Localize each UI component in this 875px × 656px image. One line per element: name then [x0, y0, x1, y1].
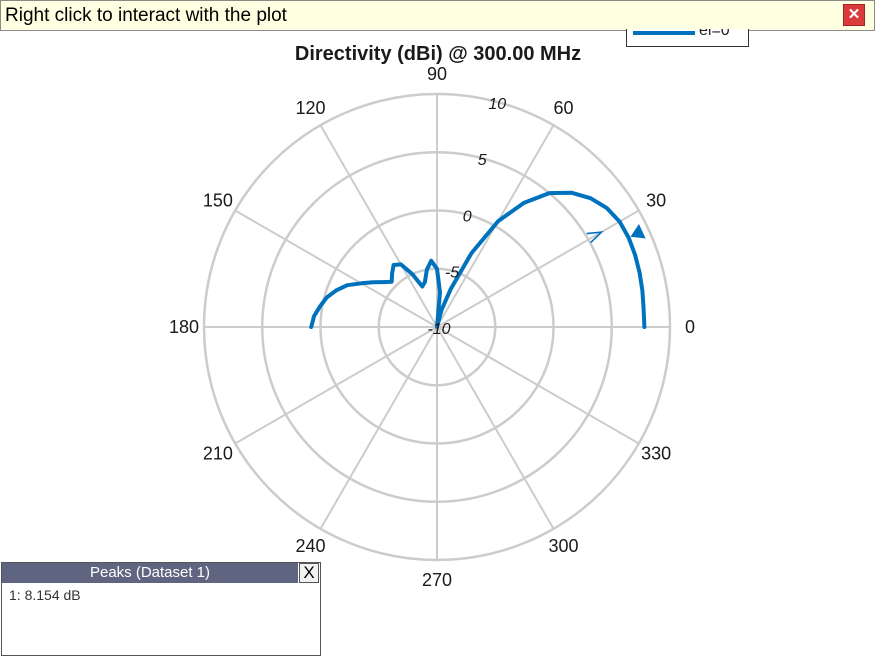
legend-label: el=0° [699, 29, 737, 39]
series-line [309, 190, 647, 329]
angle-tick-label: 330 [641, 444, 671, 464]
peaks-close-button[interactable]: X [299, 563, 319, 583]
peaks-panel-title: Peaks (Dataset 1) [2, 563, 298, 583]
polar-chart[interactable]: Directivity (dBi) @ 300.00 MHz 0 30 60 90 12… [0, 0, 875, 656]
peak-entry: 1: 8.154 dB [9, 587, 81, 603]
peak-marker [630, 224, 646, 239]
radial-tick-label: 5 [478, 152, 487, 169]
peaks-panel[interactable]: Peaks (Dataset 1) X 1: 8.154 dB [1, 562, 321, 656]
angle-tick-label: 30 [646, 191, 666, 211]
angle-tick-label: 240 [295, 536, 325, 556]
angle-tick-label: 270 [422, 570, 452, 590]
radial-tick-label: 10 [488, 96, 506, 113]
chart-title: Directivity (dBi) @ 300.00 MHz [295, 43, 581, 65]
angle-tick-label: 150 [203, 191, 233, 211]
angle-tick-label: 0 [685, 317, 695, 337]
radial-tick-label: -10 [427, 321, 450, 338]
legend-line [633, 31, 695, 35]
angle-tick-label: 60 [553, 98, 573, 118]
angle-tick-label: 180 [169, 317, 199, 337]
radial-tick-label: 0 [463, 208, 472, 225]
angle-tick-label: 120 [295, 98, 325, 118]
angle-tick-label: 300 [548, 536, 578, 556]
angle-tick-label: 210 [203, 444, 233, 464]
legend[interactable]: el=0° [626, 29, 749, 47]
angle-tick-label: 90 [427, 64, 447, 84]
radial-tick-label: -5 [445, 265, 459, 282]
